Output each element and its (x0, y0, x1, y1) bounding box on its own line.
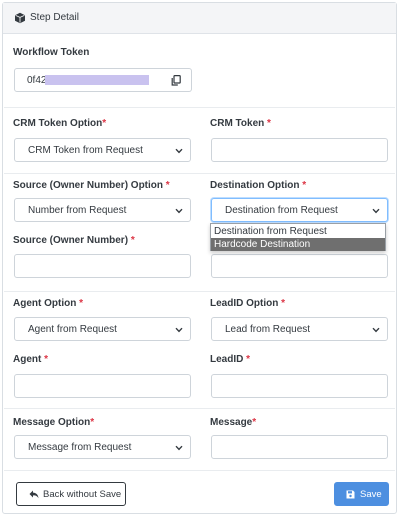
chevron-down-icon (372, 327, 380, 333)
crm-token-input[interactable] (211, 138, 388, 162)
workflow-token-label: Workflow Token (13, 47, 90, 58)
message-option-value: Message from Request (28, 442, 132, 453)
copy-icon (171, 75, 181, 86)
destination-option-value: Destination from Request (225, 205, 338, 216)
crm-token-option-select[interactable]: CRM Token from Request (14, 138, 191, 162)
crm-token-option-label: CRM Token Option* (13, 118, 107, 129)
source-number-input[interactable] (14, 254, 191, 278)
cube-icon (15, 12, 25, 24)
message-option-select[interactable]: Message from Request (14, 435, 191, 459)
dropdown-option[interactable]: Destination from Request (211, 225, 385, 238)
card-title: Step Detail (30, 12, 79, 23)
chevron-down-icon (175, 148, 183, 154)
destination-option-label: Destination Option * (210, 180, 307, 191)
leadid-option-value: Lead from Request (225, 324, 311, 335)
token-redaction (45, 75, 149, 85)
floppy-disk-icon (346, 490, 355, 499)
divider (4, 470, 395, 471)
divider (4, 291, 395, 292)
crm-token-label: CRM Token * (210, 118, 271, 129)
agent-input[interactable] (14, 374, 191, 398)
divider (4, 107, 395, 108)
leadid-input[interactable] (211, 374, 388, 398)
back-without-save-button[interactable]: Back without Save (16, 482, 126, 506)
message-option-label: Message Option* (13, 417, 95, 428)
chevron-down-icon (175, 327, 183, 333)
card-header: Step Detail (3, 3, 396, 34)
divider (4, 408, 395, 409)
leadid-option-select[interactable]: Lead from Request (211, 317, 388, 341)
crm-token-option-value: CRM Token from Request (28, 145, 143, 156)
step-detail-card: Step Detail Workflow Token 0f42 CRM Toke… (2, 2, 397, 514)
source-option-value: Number from Request (28, 205, 127, 216)
reply-arrow-icon (29, 490, 39, 499)
message-input[interactable] (211, 435, 388, 459)
agent-option-value: Agent from Request (28, 324, 117, 335)
source-option-label: Source (Owner Number) Option * (13, 180, 170, 191)
save-button-label: Save (360, 489, 382, 500)
workflow-token-field[interactable]: 0f42 (14, 68, 160, 92)
chevron-down-icon (175, 208, 183, 214)
destination-value-input[interactable] (211, 254, 388, 278)
copy-token-button[interactable] (159, 68, 192, 92)
agent-option-label: Agent Option * (13, 298, 84, 309)
chevron-down-icon (372, 208, 380, 214)
leadid-option-label: LeadID Option * (210, 298, 286, 309)
destination-option-dropdown: Destination from Request Hardcode Destin… (210, 223, 386, 251)
source-number-label: Source (Owner Number) * (13, 235, 135, 246)
leadid-label: LeadID * (210, 354, 251, 365)
agent-label: Agent * (13, 354, 49, 365)
chevron-down-icon (175, 445, 183, 451)
back-button-label: Back without Save (43, 489, 122, 500)
destination-option-select[interactable]: Destination from Request (211, 198, 388, 222)
divider (4, 173, 395, 174)
source-option-select[interactable]: Number from Request (14, 198, 191, 222)
workflow-token-value: 0f42 (27, 75, 47, 86)
save-button[interactable]: Save (334, 482, 389, 506)
message-label: Message* (210, 417, 257, 428)
dropdown-option-highlighted[interactable]: Hardcode Destination (211, 238, 385, 251)
agent-option-select[interactable]: Agent from Request (14, 317, 191, 341)
